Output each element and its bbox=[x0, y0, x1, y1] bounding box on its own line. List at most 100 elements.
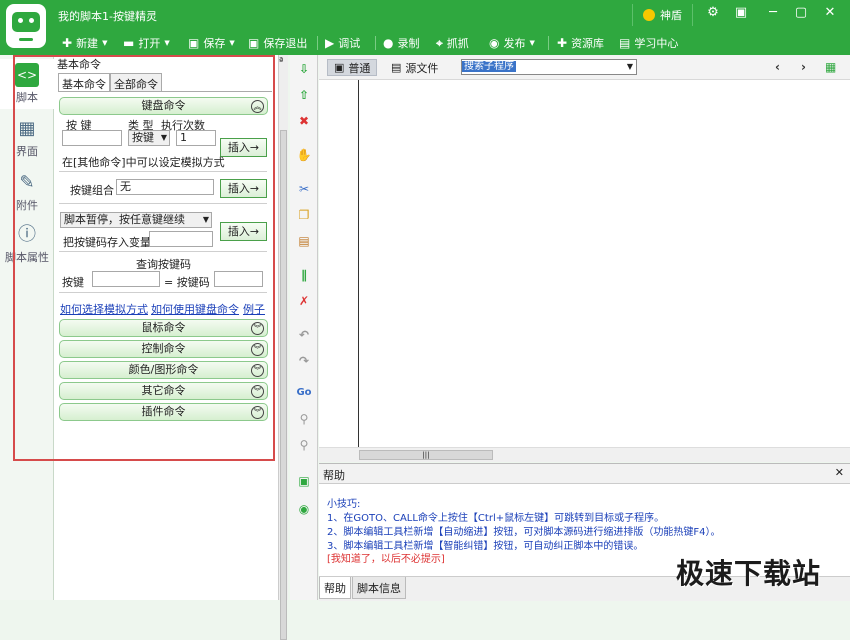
scrollbar-thumb[interactable]: ||| bbox=[359, 450, 493, 460]
query-code-input[interactable] bbox=[214, 271, 263, 287]
tab-all-commands[interactable]: 全部命令 bbox=[110, 73, 162, 92]
toolbar-separator bbox=[317, 36, 318, 50]
goto-icon[interactable]: Go bbox=[296, 385, 312, 401]
expand-chevron-icon[interactable]: ︾ bbox=[251, 343, 264, 356]
move-down-icon[interactable]: ⇩ bbox=[296, 61, 312, 77]
tab-basic-commands[interactable]: 基本命令 bbox=[58, 73, 110, 92]
capture-button[interactable]: ⌖ 抓抓 bbox=[436, 34, 469, 52]
preview-eye-icon[interactable]: ◉ bbox=[296, 501, 312, 517]
key-combo-label: 按键组合 bbox=[70, 184, 114, 197]
publish-button[interactable]: ◉ 发布 ▼ bbox=[489, 34, 535, 52]
comment-icon[interactable]: ∥ bbox=[296, 267, 312, 283]
shendun-badge[interactable]: 神盾 bbox=[632, 4, 693, 26]
close-icon[interactable]: ✕ bbox=[835, 466, 844, 479]
dropdown-arrow-icon[interactable]: ▼ bbox=[229, 39, 234, 47]
settings-gear-icon[interactable]: ⚙ bbox=[706, 6, 720, 20]
simulate-mode-note: 在[其他命令]中可以设定模拟方式 bbox=[62, 156, 225, 169]
dropdown-arrow-icon[interactable]: ▼ bbox=[102, 39, 107, 47]
debug-button[interactable]: ▶ 调试 bbox=[325, 34, 360, 52]
open-button[interactable]: ▬ 打开 ▼ bbox=[123, 34, 170, 52]
expand-chevron-icon[interactable]: ︾ bbox=[251, 385, 264, 398]
pin-icon[interactable]: ª bbox=[279, 57, 283, 67]
dismiss-tips-link[interactable]: [我知道了，以后不必提示] bbox=[327, 550, 445, 565]
dropdown-arrow-icon[interactable]: ▼ bbox=[529, 39, 534, 47]
expand-chevron-icon[interactable]: ︾ bbox=[251, 406, 264, 419]
learn-center-button[interactable]: ▤ 学习中心 bbox=[619, 34, 678, 52]
keyboard-command-header[interactable]: 键盘命令 ︽ bbox=[59, 97, 268, 115]
info-icon: ⓘ bbox=[18, 224, 36, 245]
paste-icon[interactable]: ▤ bbox=[296, 233, 312, 249]
insert-pause-button[interactable]: 插入→ bbox=[220, 222, 267, 241]
expand-chevron-icon[interactable]: ︾ bbox=[251, 322, 264, 335]
debug-label: 调试 bbox=[338, 37, 361, 50]
maximize-icon[interactable]: ▢ bbox=[794, 6, 808, 20]
move-up-icon[interactable]: ⇧ bbox=[296, 87, 312, 103]
replace-icon[interactable]: ⚲ bbox=[296, 437, 312, 453]
tab-source-view[interactable]: ▤ 源文件 bbox=[385, 59, 444, 76]
back-arrow-icon[interactable]: ‹ bbox=[775, 60, 780, 74]
minimize-icon[interactable]: ─ bbox=[766, 6, 780, 20]
uncomment-icon[interactable]: ✗ bbox=[296, 293, 312, 309]
sidebar-item-label: 脚本 bbox=[16, 91, 38, 104]
toolbar-separator bbox=[548, 36, 549, 50]
plugin-command-group[interactable]: 插件命令 ︾ bbox=[59, 403, 268, 421]
key-combo-input[interactable]: 无 bbox=[116, 179, 214, 195]
save-button[interactable]: ▣ 保存 ▼ bbox=[188, 34, 235, 52]
tab-script-info[interactable]: 脚本信息 bbox=[352, 577, 406, 599]
copy-icon[interactable]: ❐ bbox=[296, 207, 312, 223]
capture-label: 抓抓 bbox=[446, 37, 469, 50]
hand-icon[interactable]: ✋ bbox=[296, 147, 312, 163]
redo-icon[interactable]: ↷ bbox=[296, 353, 312, 369]
color-image-command-group[interactable]: 颜色/图形命令 ︾ bbox=[59, 361, 268, 379]
robot-face bbox=[12, 12, 40, 32]
tab-normal-view[interactable]: ▣ 普通 bbox=[327, 59, 378, 76]
tab-help[interactable]: 帮助 bbox=[319, 577, 351, 599]
insert-combo-button[interactable]: 插入→ bbox=[220, 179, 267, 198]
other-command-group[interactable]: 其它命令 ︾ bbox=[59, 382, 268, 400]
tab-divider bbox=[58, 91, 272, 92]
sidebar-item-interface[interactable]: ▦ 界面 bbox=[0, 113, 54, 163]
cut-icon[interactable]: ✂ bbox=[296, 181, 312, 197]
screenshot-icon[interactable]: ▣ bbox=[296, 473, 312, 489]
expand-chevron-icon[interactable]: ︾ bbox=[251, 364, 264, 377]
record-icon: ● bbox=[383, 36, 394, 50]
panel-scrollbar[interactable]: ª bbox=[278, 55, 288, 640]
save-exit-button[interactable]: ▣ 保存退出 bbox=[248, 34, 307, 52]
sidebar-item-attachment[interactable]: ✎ 附件 bbox=[0, 167, 54, 217]
library-button[interactable]: ✚ 资源库 bbox=[557, 34, 604, 52]
keycode-variable-input[interactable] bbox=[149, 231, 213, 247]
find-icon[interactable]: ⚲ bbox=[296, 411, 312, 427]
new-button[interactable]: ✚ 新建 ▼ bbox=[62, 34, 107, 52]
scrollbar-thumb[interactable] bbox=[280, 130, 287, 640]
skin-icon[interactable]: ▣ bbox=[734, 6, 748, 20]
control-command-group[interactable]: 控制命令 ︾ bbox=[59, 340, 268, 358]
dropdown-arrow-icon[interactable]: ▼ bbox=[164, 39, 169, 47]
undo-icon[interactable]: ↶ bbox=[296, 327, 312, 343]
sidebar-item-script[interactable]: <> 脚本 bbox=[0, 59, 54, 109]
panel-title: 基本命令 bbox=[57, 58, 101, 71]
app-logo bbox=[6, 4, 46, 48]
editor-horizontal-scrollbar[interactable]: ||| bbox=[319, 447, 850, 462]
query-key-input[interactable] bbox=[92, 271, 160, 287]
key-input[interactable] bbox=[62, 130, 122, 146]
layout-grid-icon[interactable]: ▦ bbox=[825, 60, 836, 74]
dropdown-arrow-icon: ▼ bbox=[160, 133, 167, 142]
times-input[interactable]: 1 bbox=[176, 130, 216, 146]
delete-icon[interactable]: ✖ bbox=[296, 113, 312, 129]
group-label: 插件命令 bbox=[141, 405, 186, 418]
forward-arrow-icon[interactable]: › bbox=[801, 60, 806, 74]
record-button[interactable]: ● 录制 bbox=[383, 34, 419, 52]
sidebar-item-properties[interactable]: ⓘ 脚本属性 bbox=[0, 219, 54, 269]
link-simulate-mode[interactable]: 如何选择模拟方式 bbox=[60, 301, 148, 317]
group-label: 鼠标命令 bbox=[141, 321, 186, 334]
link-example[interactable]: 例子 bbox=[243, 301, 265, 317]
pause-option-select[interactable]: 脚本暂停，按任意键继续 ▼ bbox=[60, 212, 212, 228]
subroutine-search-select[interactable]: 搜索子程序 ▼ bbox=[461, 59, 637, 75]
key-type-select[interactable]: 按键 ▼ bbox=[128, 130, 170, 146]
link-keyboard-usage[interactable]: 如何使用键盘命令 bbox=[151, 301, 239, 317]
close-icon[interactable]: ✕ bbox=[823, 6, 837, 20]
mouse-command-group[interactable]: 鼠标命令 ︾ bbox=[59, 319, 268, 337]
collapse-chevron-icon[interactable]: ︽ bbox=[251, 100, 264, 113]
watermark-text: 极速下载站 bbox=[676, 557, 822, 590]
insert-key-button[interactable]: 插入→ bbox=[220, 138, 267, 157]
